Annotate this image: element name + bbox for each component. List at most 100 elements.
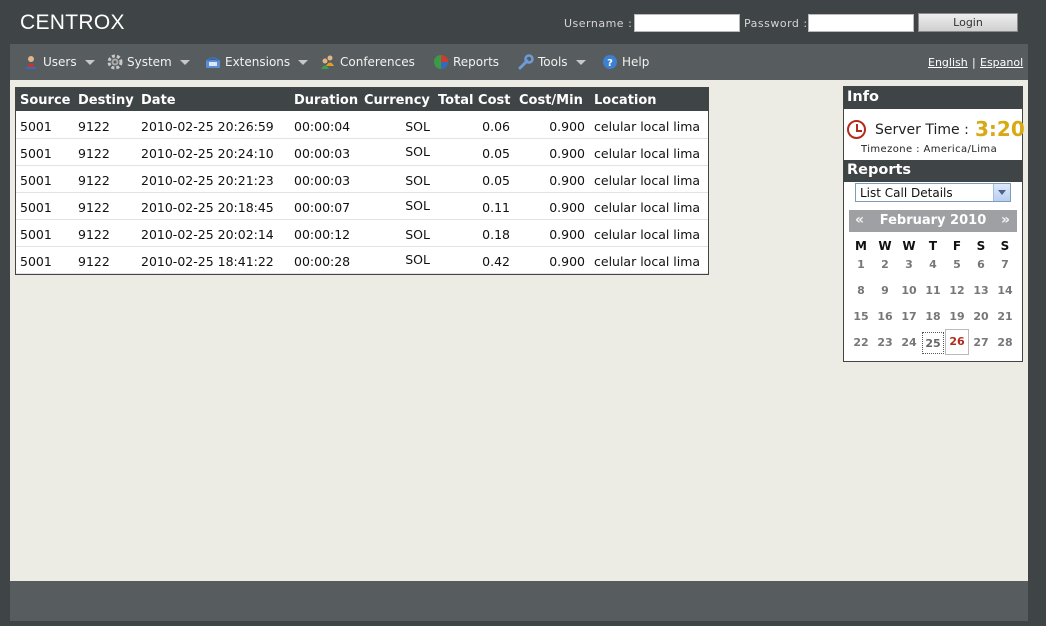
table-cell: 9122 [78,146,110,161]
table-cell: 0.42 [482,254,510,269]
calendar-day[interactable]: 12 [946,280,968,302]
table-cell: celular local lima [594,146,701,161]
calendar-day[interactable]: 20 [970,306,992,328]
calendar-weekday: S [976,239,986,253]
table-cell: 0.18 [482,227,510,242]
calendar-day[interactable]: 10 [898,280,920,302]
calendar-day[interactable]: 19 [946,306,968,328]
table-cell: 2010-02-25 20:21:23 [141,173,274,188]
calendar-day[interactable]: 23 [874,332,896,354]
language-espanol-link[interactable]: Espanol [980,56,1023,69]
calendar-next-button[interactable]: » [1001,212,1010,228]
table-cell: 9122 [78,119,110,134]
menu-reports-label: Reports [453,55,500,69]
footer-bar [10,581,1028,621]
column-header: Duration [294,93,359,108]
calendar-day[interactable]: 7 [994,254,1016,276]
calendar-day[interactable]: 1 [850,254,872,276]
calendar-day[interactable]: 5 [946,254,968,276]
table-cell: 2010-02-25 20:26:59 [141,119,274,134]
calendar-day[interactable]: 4 [922,254,944,276]
calendar-weekday: W [878,239,892,253]
table-cell: celular local lima [594,200,701,215]
calendar-weekday: F [952,239,962,253]
chevron-down-icon [575,59,586,65]
table-cell: 0.05 [482,173,510,188]
calendar-day[interactable]: 11 [922,280,944,302]
table-cell: 9122 [78,254,110,269]
help-icon: ? [602,54,618,70]
calendar-day[interactable]: 27 [970,332,992,354]
table-cell: 5001 [20,119,52,134]
language-separator: | [972,56,976,69]
table-cell: 9122 [78,173,110,188]
calendar-month-title: February 2010 [879,213,987,228]
calendar-day[interactable]: 6 [970,254,992,276]
table-row: 5001 9122 2010-02-25 20:02:14 00:00:12 SOL 0.… [16,219,708,247]
table-cell: SOL [405,144,430,159]
calendar-day[interactable]: 18 [922,306,944,328]
info-panel: Info Server Time : 3:20 Timezone : Ameri… [843,86,1025,362]
brand-logo: CENTROX [20,11,125,34]
phone-icon [205,54,221,70]
table-row: 5001 9122 2010-02-25 20:24:10 00:00:03 SOL 0.… [16,138,708,166]
menu-conferences[interactable]: Conferences [320,44,415,80]
menu-reports[interactable]: Reports [433,44,499,80]
reports-title-bar: Reports [844,160,1022,182]
menu-help[interactable]: ? Help [602,44,649,80]
calendar-day[interactable]: 8 [850,280,872,302]
clock-icon [847,120,866,139]
pie-chart-icon [433,54,449,70]
table-cell: 0.900 [549,146,585,161]
server-time-label: Server Time : [875,122,969,138]
password-label: Password : [744,17,808,30]
table-cell: 00:00:28 [294,254,351,269]
column-header: Cost/Min [519,93,583,108]
menu-extensions[interactable]: Extensions [205,44,309,80]
table-cell: celular local lima [594,254,701,269]
chevron-down-icon [84,59,95,65]
calendar-day[interactable]: 22 [850,332,872,354]
call-details-table: Source Destiny Date Duration Currency To… [15,87,709,275]
calendar-day[interactable]: 28 [994,332,1016,354]
table-cell: 5001 [20,227,52,242]
menu-tools[interactable]: Tools [518,44,586,80]
calendar-day[interactable]: 14 [994,280,1016,302]
column-header: Location [594,93,657,108]
table-row: 5001 9122 2010-02-25 20:26:59 00:00:04 SOL 0.… [16,111,708,139]
calendar-day[interactable]: 3 [898,254,920,276]
table-cell: 0.06 [482,119,510,134]
login-button[interactable]: Login [918,13,1018,32]
calendar-weekday: S [1000,239,1010,253]
calendar-prev-button[interactable]: « [855,212,864,228]
table-cell: celular local lima [594,119,701,134]
calendar-day[interactable]: 24 [898,332,920,354]
calendar-day[interactable]: 25 [922,332,944,354]
calendar-day[interactable]: 17 [898,306,920,328]
calendar-day[interactable]: 26 [945,329,969,355]
chevron-down-icon[interactable] [993,184,1010,201]
table-cell: SOL [405,119,430,134]
main-menu: Users System Extensions Conferences Repo… [10,44,1028,80]
menu-system[interactable]: System [107,44,190,80]
reports-select[interactable]: List Call Details [855,183,1011,202]
calendar-day[interactable]: 16 [874,306,896,328]
menu-conferences-label: Conferences [340,55,415,69]
table-cell: 0.900 [549,119,585,134]
table-cell: 0.900 [549,227,585,242]
table-cell: 9122 [78,200,110,215]
calendar-day[interactable]: 13 [970,280,992,302]
calendar-day[interactable]: 9 [874,280,896,302]
table-cell: 0.900 [549,173,585,188]
table-cell: 00:00:03 [294,146,351,161]
gear-icon [107,54,123,70]
server-time-value: 3:20 [975,117,1025,141]
calendar-day[interactable]: 2 [874,254,896,276]
menu-users[interactable]: Users [23,44,95,80]
timezone-label: Timezone : America/Lima [861,144,998,155]
password-input[interactable] [808,14,914,32]
calendar-day[interactable]: 15 [850,306,872,328]
calendar-day[interactable]: 21 [994,306,1016,328]
language-english-link[interactable]: English [928,56,968,69]
username-input[interactable] [634,14,740,32]
